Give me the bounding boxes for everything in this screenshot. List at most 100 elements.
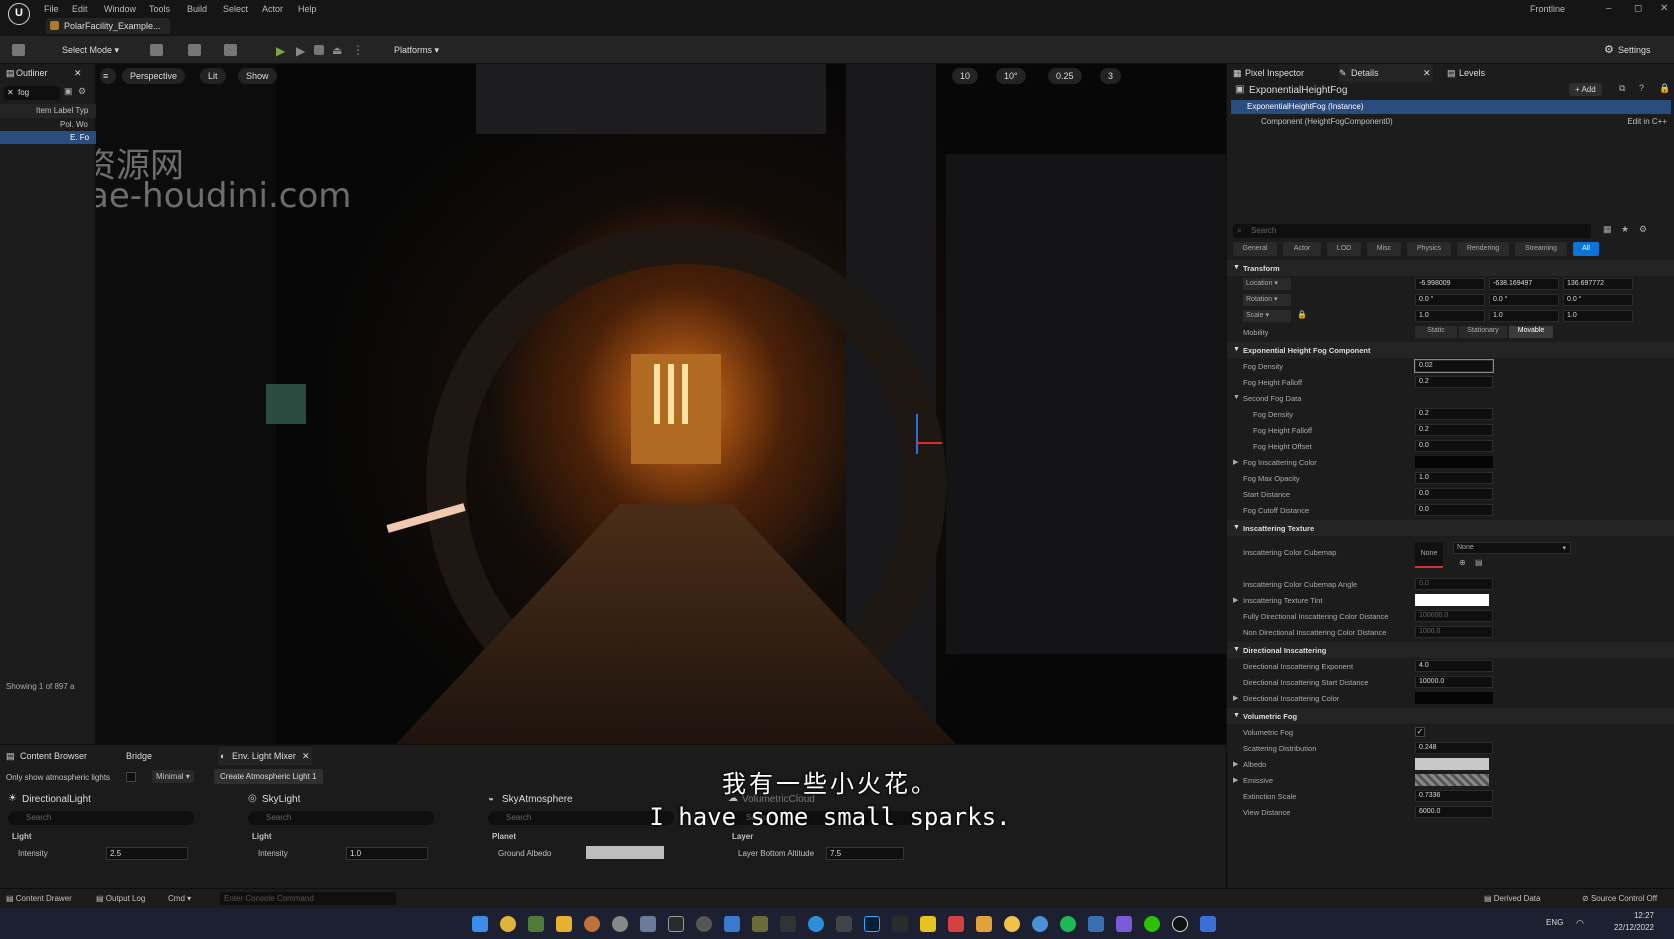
app-icon[interactable] — [892, 916, 908, 932]
search-input[interactable]: Search — [8, 811, 194, 825]
star-icon[interactable]: ★ — [1621, 224, 1629, 235]
step-icon[interactable]: ▶ — [296, 44, 305, 58]
file-explorer-icon[interactable] — [556, 916, 572, 932]
fog-inscatter-color-swatch[interactable] — [1415, 456, 1493, 468]
output-log-button[interactable]: ▤ Output Log — [96, 894, 145, 903]
cubemap-angle-input[interactable]: 0.0 — [1415, 578, 1493, 590]
lit-button[interactable]: Lit — [200, 68, 226, 84]
scale-y[interactable]: 1.0 — [1489, 310, 1559, 322]
create-atmospheric-light-button[interactable]: Create Atmospheric Light 1 — [214, 769, 323, 784]
project-tab[interactable]: PolarFacility_Example... — [46, 18, 170, 34]
menu-file[interactable]: File — [44, 4, 59, 14]
show-button[interactable]: Show — [238, 68, 277, 84]
play-icon[interactable]: ▶ — [276, 44, 285, 58]
save-icon[interactable] — [12, 44, 25, 56]
menu-help[interactable]: Help — [298, 4, 317, 14]
menu-build[interactable]: Build — [187, 4, 207, 14]
edit-cpp-link[interactable]: Edit in C++ — [1627, 115, 1667, 129]
scale-snap-value[interactable]: 0.25 — [1048, 68, 1082, 84]
source-control-button[interactable]: ⊘ Source Control Off — [1582, 894, 1657, 903]
second-fog-density-input[interactable]: 0.2 — [1415, 408, 1493, 420]
close-window-button[interactable]: ✕ — [1660, 3, 1668, 14]
location-dropdown[interactable]: Location ▾ — [1243, 278, 1291, 290]
gizmo-z-axis[interactable] — [916, 414, 918, 454]
fully-directional-input[interactable]: 100000.0 — [1415, 610, 1493, 622]
help-icon[interactable]: ? — [1639, 83, 1644, 93]
intensity-input[interactable]: 1.0 — [346, 847, 428, 860]
details-settings-icon[interactable]: ⚙ — [1639, 224, 1647, 235]
grid-view-icon[interactable]: ▦ — [1603, 224, 1612, 235]
app-icon[interactable] — [724, 916, 740, 932]
filter-misc[interactable]: Misc — [1367, 242, 1401, 256]
start-distance-input[interactable]: 0.0 — [1415, 488, 1493, 500]
outliner-row-world[interactable]: Pol. Wo — [0, 118, 96, 131]
intensity-input[interactable]: 2.5 — [106, 847, 188, 860]
select-mode-dropdown[interactable]: Select Mode ▾ — [48, 41, 126, 59]
rotation-y[interactable]: 0.0 ° — [1489, 294, 1559, 306]
content-drawer-button[interactable]: ▤ Content Drawer — [6, 894, 72, 903]
scale-dropdown[interactable]: Scale ▾ — [1243, 310, 1291, 322]
eject-icon[interactable]: ⏏ — [332, 44, 342, 57]
menu-select[interactable]: Select — [223, 4, 248, 14]
menu-window[interactable]: Window — [104, 4, 136, 14]
folder-icon[interactable]: ▤ — [1475, 558, 1483, 567]
only-show-checkbox[interactable] — [126, 772, 136, 782]
blueprint-icon[interactable]: ⧉ — [1619, 83, 1625, 94]
add-actor-icon[interactable] — [150, 44, 163, 56]
dir-color-swatch[interactable] — [1415, 692, 1493, 704]
app-icon[interactable] — [1004, 916, 1020, 932]
location-x[interactable]: -6.998009 — [1415, 278, 1485, 290]
fog-component-section[interactable]: ▼ Exponential Height Fog Component — [1227, 342, 1674, 358]
fog-height-falloff-input[interactable]: 0.2 — [1415, 376, 1493, 388]
volumetric-fog-section[interactable]: ▼ Volumetric Fog — [1227, 708, 1674, 724]
outliner-filter-input[interactable]: ✕ fog — [4, 86, 60, 100]
directional-inscattering-section[interactable]: ▼ Directional Inscattering — [1227, 642, 1674, 658]
browse-icon[interactable]: ⊕ — [1459, 558, 1466, 567]
filter-lod[interactable]: LOD — [1327, 242, 1361, 256]
search-input[interactable]: Search — [248, 811, 434, 825]
app-icon[interactable] — [584, 916, 600, 932]
unreal-logo-icon[interactable]: U — [8, 3, 30, 25]
filter-physics[interactable]: Physics — [1407, 242, 1451, 256]
filter-all[interactable]: All — [1573, 242, 1599, 256]
app-icon[interactable] — [780, 916, 796, 932]
windows-start-icon[interactable] — [472, 916, 488, 932]
transform-section[interactable]: ▼ Transform — [1227, 260, 1674, 276]
instance-row[interactable]: ExponentialHeightFog (Instance) — [1231, 100, 1671, 114]
tab-levels[interactable]: ▤ Levels — [1447, 64, 1485, 82]
scale-x[interactable]: 1.0 — [1415, 310, 1485, 322]
tab-content-browser[interactable]: ▤ Content Browser — [6, 747, 87, 765]
minimal-dropdown[interactable]: Minimal ▾ — [152, 770, 194, 783]
second-height-offset-input[interactable]: 0.0 — [1415, 440, 1493, 452]
fog-max-opacity-input[interactable]: 1.0 — [1415, 472, 1493, 484]
settings-app-icon[interactable] — [640, 916, 656, 932]
scale-z[interactable]: 1.0 — [1563, 310, 1633, 322]
settings-button[interactable]: ⚙ Settings — [1604, 41, 1670, 59]
lock-scale-icon[interactable]: 🔒 — [1297, 310, 1307, 319]
layer-bottom-altitude-input[interactable]: 7.5 — [826, 847, 904, 860]
add-component-button[interactable]: + Add — [1569, 83, 1602, 96]
close-icon[interactable]: ✕ — [74, 64, 82, 82]
app-icon[interactable] — [696, 916, 712, 932]
ground-albedo-color[interactable] — [586, 846, 664, 859]
tab-pixel-inspector[interactable]: ▦ Pixel Inspector — [1233, 64, 1304, 82]
location-z[interactable]: 136.697772 — [1563, 278, 1633, 290]
rotation-dropdown[interactable]: Rotation ▾ — [1243, 294, 1291, 306]
close-icon[interactable]: ✕ — [1423, 64, 1431, 82]
fog-cutoff-input[interactable]: 0.0 — [1415, 504, 1493, 516]
app-icon[interactable] — [612, 916, 628, 932]
app-icon[interactable] — [976, 916, 992, 932]
camera-speed-value[interactable]: 3 — [1100, 68, 1122, 84]
app-icon[interactable] — [668, 916, 684, 932]
scattering-distribution-input[interactable]: 0.248 — [1415, 742, 1493, 754]
filter-general[interactable]: General — [1233, 242, 1277, 256]
second-height-falloff-input[interactable]: 0.2 — [1415, 424, 1493, 436]
app-icon[interactable] — [1116, 916, 1132, 932]
details-search-input[interactable]: ⌕ Search — [1233, 224, 1591, 238]
lock-icon[interactable]: 🔒 — [1659, 83, 1670, 94]
dir-start-input[interactable]: 10000.0 — [1415, 676, 1493, 688]
console-command-input[interactable]: Enter Console Command — [220, 892, 396, 905]
spotify-icon[interactable] — [1060, 916, 1076, 932]
albedo-swatch[interactable] — [1415, 758, 1489, 770]
non-directional-input[interactable]: 1000.0 — [1415, 626, 1493, 638]
